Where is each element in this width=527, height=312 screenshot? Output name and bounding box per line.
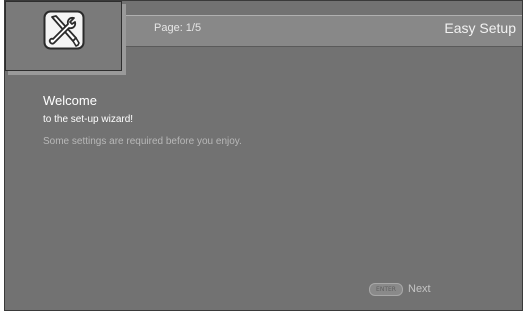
icon-tab-shadow <box>8 71 126 75</box>
welcome-subtitle: to the set-up wizard! <box>43 114 134 125</box>
welcome-body-text: Some settings are required before you en… <box>43 136 242 147</box>
tools-icon <box>43 10 85 50</box>
icon-tab <box>5 1 122 71</box>
icon-tab-shadow-side <box>122 4 126 75</box>
page-indicator: Page: 1/5 <box>154 22 202 34</box>
easy-setup-screen: Page: 1/5 Easy Setup Welcome to the set-… <box>4 0 523 311</box>
welcome-title: Welcome <box>43 93 97 108</box>
next-label: Next <box>408 283 431 295</box>
screen-title: Easy Setup <box>444 20 516 36</box>
enter-key-icon: ENTER <box>369 282 403 296</box>
next-button[interactable]: ENTER Next <box>369 282 431 296</box>
